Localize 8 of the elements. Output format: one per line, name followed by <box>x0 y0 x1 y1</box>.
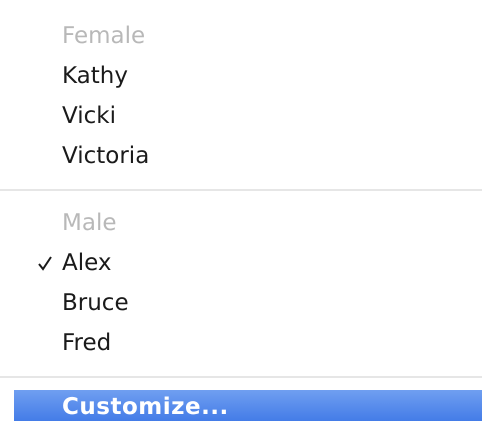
menu-item[interactable]: Vicki <box>62 98 116 134</box>
section-header: Male <box>62 208 116 238</box>
menu-item[interactable]: Alex <box>62 246 112 280</box>
menu-item[interactable]: Victoria <box>62 138 150 174</box>
menu-item[interactable]: Fred <box>62 326 112 360</box>
section-header: Female <box>62 22 146 51</box>
menu-item[interactable]: Bruce <box>62 286 129 320</box>
menu-item[interactable]: Kathy <box>62 58 128 94</box>
